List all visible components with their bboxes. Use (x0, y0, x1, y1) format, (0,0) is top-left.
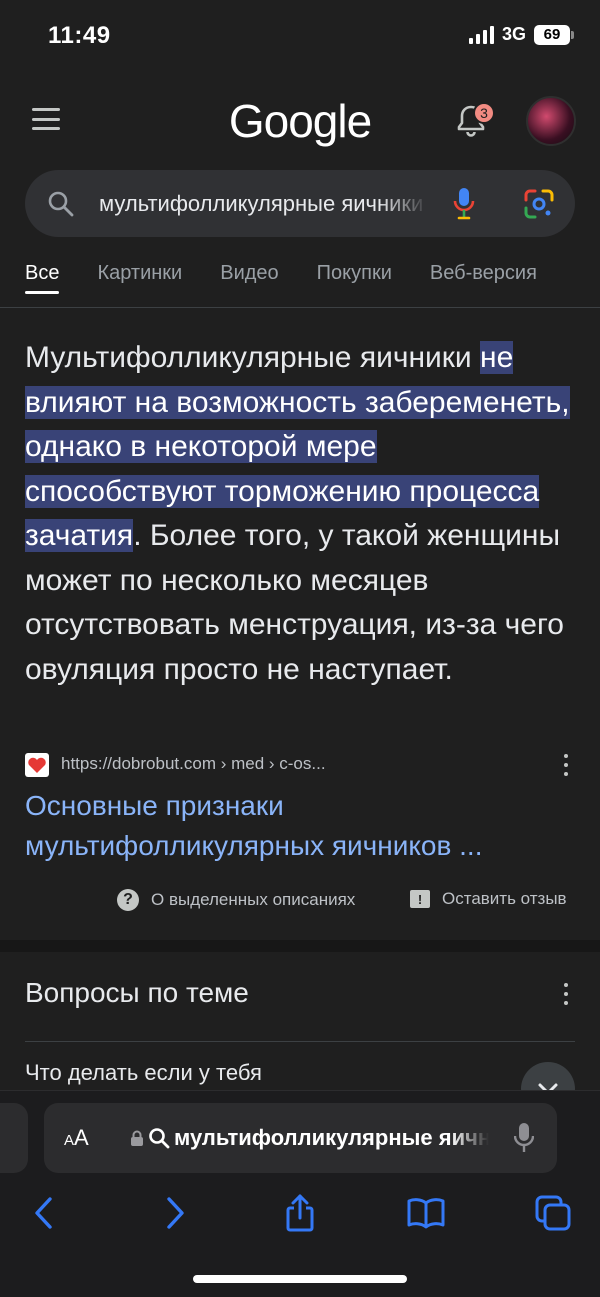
tab-all[interactable]: Все (25, 262, 60, 306)
search-icon (48, 191, 74, 217)
chevron-left-icon (35, 1197, 52, 1229)
account-avatar[interactable] (526, 96, 576, 146)
feedback-label: Оставить отзыв (442, 889, 567, 908)
battery-icon: 69 (534, 24, 574, 45)
related-question[interactable]: Что делать если у тебя (25, 1060, 262, 1086)
about-label: О выделенных описаниях (151, 890, 356, 909)
tabs-divider (0, 307, 600, 308)
status-bar: 11:49 3G 69 (0, 0, 600, 80)
tab-images[interactable]: Картинки (97, 262, 182, 306)
voice-search-icon[interactable] (453, 186, 475, 222)
address-text[interactable]: мультифолликулярные яичники (174, 1125, 489, 1151)
tabs-button[interactable] (533, 1191, 573, 1235)
book-icon (407, 1198, 445, 1229)
tab-web[interactable]: Веб-версия (430, 262, 537, 306)
snippet-lead: Мультифолликулярные яичники (25, 341, 480, 374)
about-featured-snippets[interactable]: ? О выделенных описаниях (117, 889, 355, 911)
site-favicon-icon (25, 753, 49, 777)
safari-bottom-bar: AA мультифолликулярные яичники (0, 1090, 600, 1297)
section-divider (0, 940, 600, 952)
questions-more-icon[interactable] (563, 983, 569, 1005)
page-settings-button[interactable]: AA (64, 1125, 89, 1151)
safari-address-bar[interactable]: AA мультифолликулярные яичники (44, 1103, 557, 1173)
share-button[interactable] (280, 1191, 320, 1235)
search-input[interactable]: мультифолликулярные яичники (25, 170, 575, 237)
status-time: 11:49 (48, 22, 111, 49)
network-type: 3G (501, 24, 526, 44)
source-url[interactable]: https://dobrobut.com › med › c-os... (61, 754, 326, 774)
feedback-button[interactable]: ! Оставить отзыв (410, 889, 567, 909)
tab-video[interactable]: Видео (220, 262, 278, 306)
tab-shopping[interactable]: Покупки (317, 262, 392, 306)
snippet-source[interactable]: https://dobrobut.com › med › c-os... (25, 752, 575, 778)
tabs-overview-icon (535, 1195, 571, 1231)
forward-button[interactable] (155, 1191, 195, 1235)
share-icon (286, 1194, 314, 1232)
home-indicator[interactable] (193, 1275, 407, 1283)
back-button[interactable] (24, 1191, 64, 1235)
search-query[interactable]: мультифолликулярные яичники (99, 191, 429, 217)
status-indicators: 3G 69 (468, 24, 574, 45)
result-title-link[interactable]: Основные признаки мультифолликулярных яи… (25, 786, 570, 866)
snippet-feedback-row: ? О выделенных описаниях ! Оставить отзы… (0, 886, 600, 916)
google-lens-icon[interactable] (523, 188, 555, 220)
notification-badge: 3 (473, 102, 495, 124)
search-tabs: Все Картинки Видео Покупки Веб-версия (25, 262, 600, 306)
help-icon: ? (117, 889, 139, 911)
previous-tab-preview[interactable] (0, 1103, 28, 1173)
address-mic-icon[interactable] (514, 1122, 534, 1154)
address-search-icon (149, 1128, 170, 1149)
feedback-icon: ! (410, 890, 430, 908)
related-questions-title: Вопросы по теме (25, 977, 249, 1008)
result-more-icon[interactable] (563, 754, 569, 776)
chevron-right-icon (167, 1197, 184, 1229)
google-logo[interactable]: Google (0, 94, 600, 148)
lock-icon (131, 1130, 143, 1146)
safari-toolbar (0, 1191, 600, 1241)
bookmarks-button[interactable] (406, 1191, 446, 1235)
questions-divider (25, 1041, 575, 1042)
google-header: Google 3 (0, 90, 600, 154)
featured-snippet-text: Мультифолликулярные яичники не влияют на… (25, 336, 570, 692)
cellular-signal-icon (468, 25, 494, 44)
